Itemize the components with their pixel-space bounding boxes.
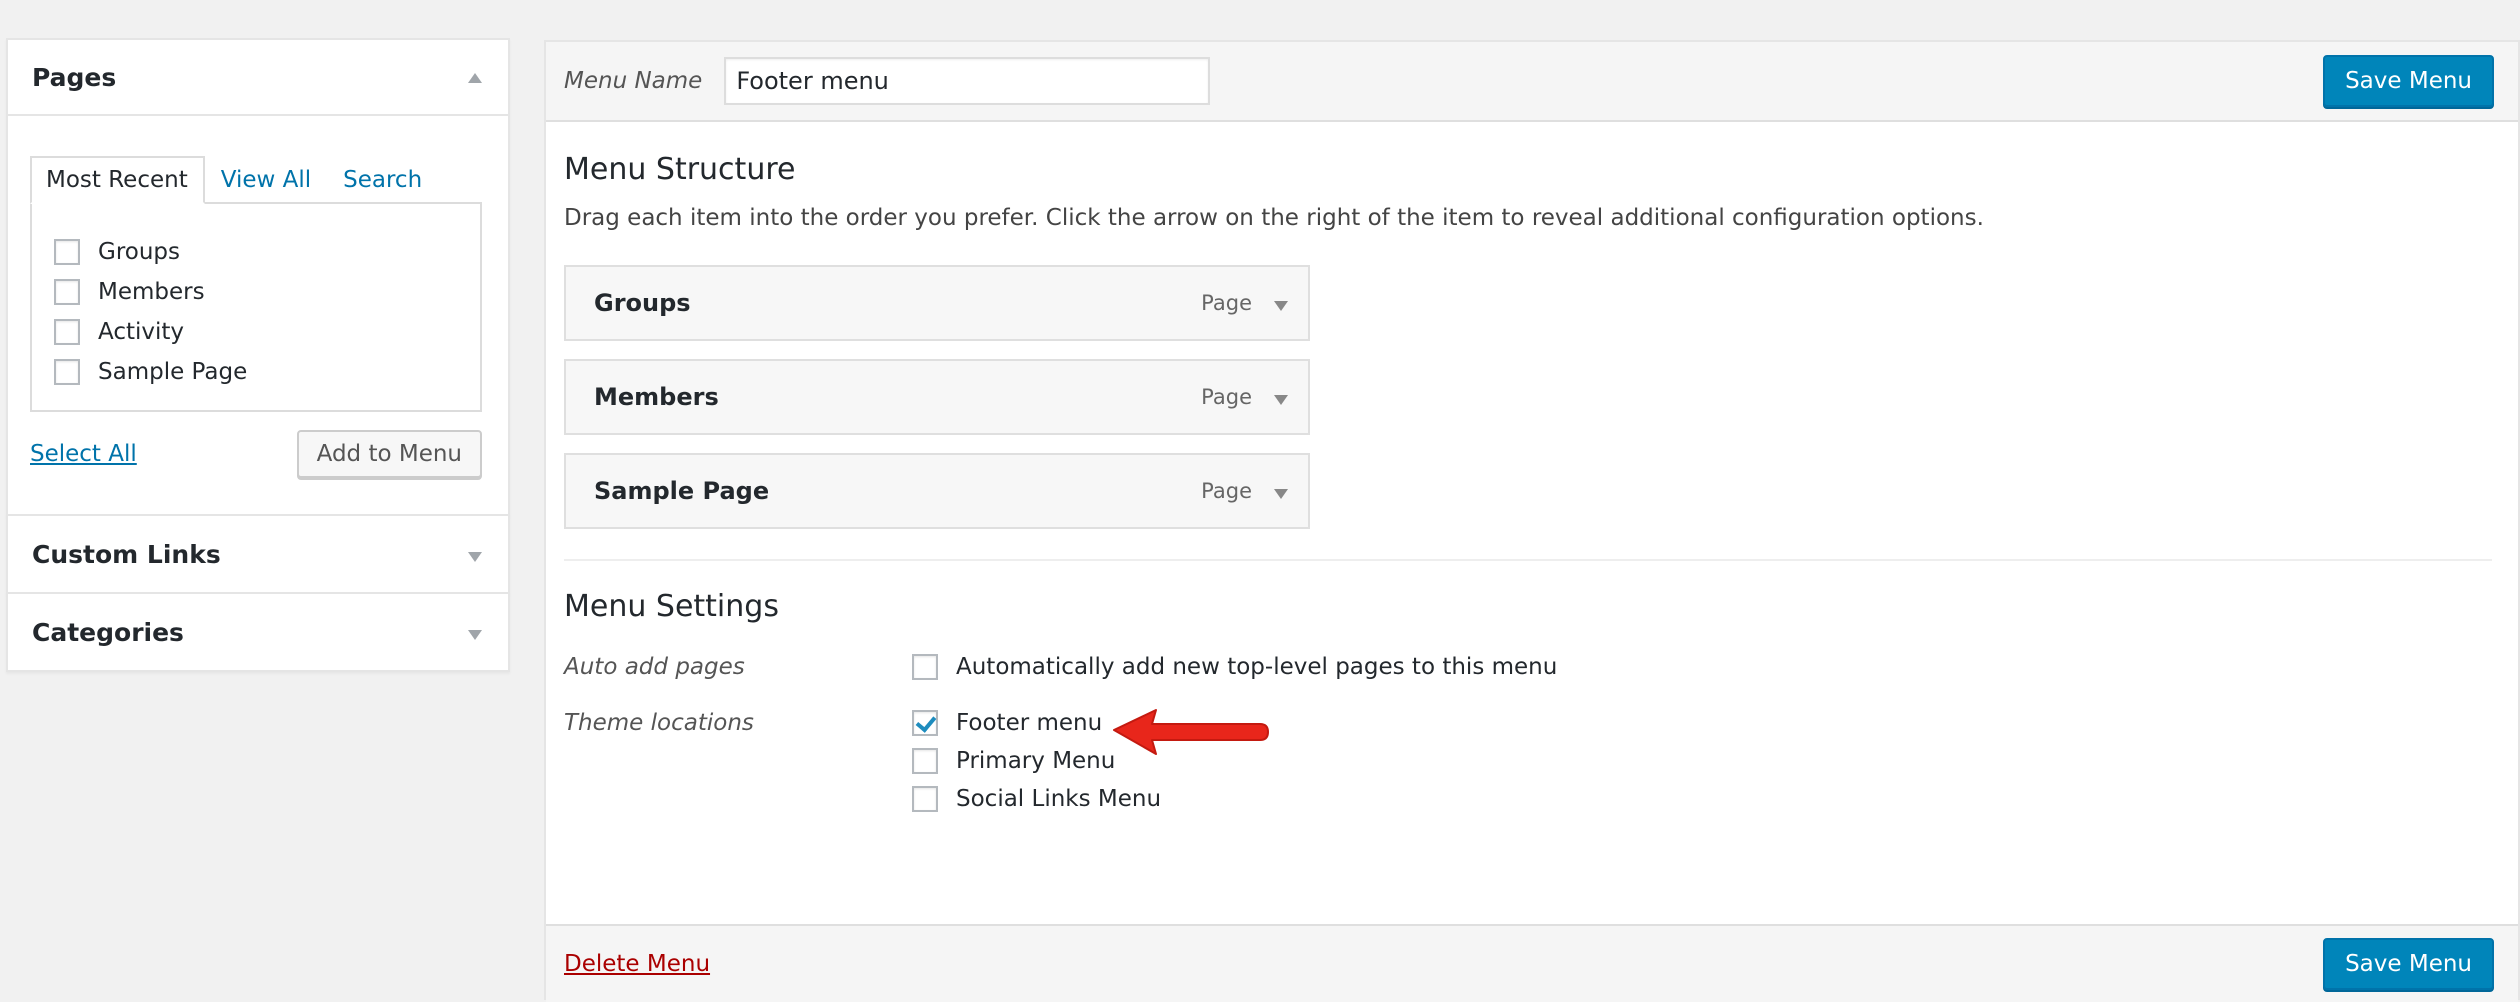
page-item-label: Activity xyxy=(98,319,185,345)
menu-item-title: Sample Page xyxy=(594,477,770,505)
menu-item-title: Groups xyxy=(594,289,691,317)
menu-name-label: Menu Name xyxy=(564,68,703,94)
page-item-groups[interactable]: Groups xyxy=(54,232,458,272)
location-label: Footer menu xyxy=(956,710,1103,736)
menu-item-type: Page xyxy=(1201,479,1252,503)
expand-arrow-icon[interactable] xyxy=(468,630,482,640)
menu-editor: Menu Name Footer menu Save Menu Menu Str… xyxy=(544,40,2520,1002)
select-all-link[interactable]: Select All xyxy=(30,441,137,467)
page-checkbox-groups[interactable] xyxy=(54,239,80,265)
pages-actions: Select All Add to Menu xyxy=(30,430,482,478)
menu-item-title: Members xyxy=(594,383,719,411)
page-item-label: Groups xyxy=(98,239,181,265)
menu-items-list: Groups Page Members Page Sample Page Pag… xyxy=(564,265,2492,529)
menu-item[interactable]: Sample Page Page xyxy=(564,453,1310,529)
custom-links-title: Custom Links xyxy=(32,539,221,569)
location-footer-menu-checkbox[interactable] xyxy=(912,710,938,736)
auto-add-pages-option[interactable]: Automatically add new top-level pages to… xyxy=(912,648,1557,686)
menu-body: Menu Structure Drag each item into the o… xyxy=(546,152,2518,818)
item-expand-arrow-icon[interactable] xyxy=(1274,395,1288,405)
page-item-sample-page[interactable]: Sample Page xyxy=(54,352,458,392)
location-label: Social Links Menu xyxy=(956,786,1162,812)
tab-most-recent[interactable]: Most Recent xyxy=(30,156,205,204)
theme-locations-options: Footer menu Primary Menu Social Links Me… xyxy=(912,704,1269,818)
auto-add-pages-options: Automatically add new top-level pages to… xyxy=(912,648,1557,686)
save-menu-button-bottom[interactable]: Save Menu xyxy=(2323,938,2494,990)
pages-section-body: Most Recent View All Search Groups Membe… xyxy=(8,116,508,514)
auto-add-pages-checkbox[interactable] xyxy=(912,654,938,680)
theme-locations-setting: Theme locations Footer menu Primary Menu… xyxy=(564,704,2492,818)
page-item-activity[interactable]: Activity xyxy=(54,312,458,352)
add-to-menu-button[interactable]: Add to Menu xyxy=(296,430,482,478)
theme-locations-label: Theme locations xyxy=(564,710,754,736)
categories-header[interactable]: Categories xyxy=(8,594,508,670)
save-menu-button-top[interactable]: Save Menu xyxy=(2323,55,2494,107)
custom-links-section: Custom Links xyxy=(6,514,510,594)
menu-header: Menu Name Footer menu Save Menu xyxy=(546,42,2518,122)
item-expand-arrow-icon[interactable] xyxy=(1274,489,1288,499)
auto-add-pages-setting: Auto add pages Automatically add new top… xyxy=(564,648,2492,686)
red-callout-arrow-icon xyxy=(1113,709,1269,755)
page-item-label: Members xyxy=(98,279,205,305)
pages-section-header[interactable]: Pages xyxy=(8,40,508,116)
most-recent-pages-list: Groups Members Activity Sample Page xyxy=(30,202,482,412)
settings-divider xyxy=(564,559,2492,561)
menu-name-input[interactable]: Footer menu xyxy=(724,57,1211,105)
page-checkbox-members[interactable] xyxy=(54,279,80,305)
location-social-links-menu[interactable]: Social Links Menu xyxy=(912,780,1161,818)
collapse-arrow-icon[interactable] xyxy=(468,73,482,83)
item-expand-arrow-icon[interactable] xyxy=(1274,301,1288,311)
location-primary-menu-checkbox[interactable] xyxy=(912,748,938,774)
custom-links-header[interactable]: Custom Links xyxy=(8,516,508,592)
menu-settings-title: Menu Settings xyxy=(564,589,779,624)
menu-structure-title: Menu Structure xyxy=(564,152,796,187)
menu-item[interactable]: Groups Page xyxy=(564,265,1310,341)
location-label: Primary Menu xyxy=(956,748,1116,774)
location-social-links-menu-checkbox[interactable] xyxy=(912,786,938,812)
menu-item-type: Page xyxy=(1201,291,1252,315)
menu-structure-description: Drag each item into the order you prefer… xyxy=(564,205,1984,231)
page-checkbox-activity[interactable] xyxy=(54,319,80,345)
add-menu-items-panel: Pages Most Recent View All Search Groups… xyxy=(6,38,510,672)
auto-add-pages-option-label: Automatically add new top-level pages to… xyxy=(956,654,1558,680)
menu-item-type: Page xyxy=(1201,385,1252,409)
page-checkbox-sample-page[interactable] xyxy=(54,359,80,385)
pages-section: Pages Most Recent View All Search Groups… xyxy=(6,38,510,516)
expand-arrow-icon[interactable] xyxy=(468,552,482,562)
categories-section: Categories xyxy=(6,592,510,672)
menu-item[interactable]: Members Page xyxy=(564,359,1310,435)
page-item-members[interactable]: Members xyxy=(54,272,458,312)
pages-tabs: Most Recent View All Search xyxy=(30,156,482,204)
pages-section-title: Pages xyxy=(32,62,117,92)
page-item-label: Sample Page xyxy=(98,359,248,385)
categories-title: Categories xyxy=(32,617,184,647)
menu-footer: Delete Menu Save Menu xyxy=(546,924,2518,1002)
tab-view-all[interactable]: View All xyxy=(205,156,327,204)
auto-add-pages-label: Auto add pages xyxy=(564,654,745,680)
delete-menu-link[interactable]: Delete Menu xyxy=(564,951,710,977)
tab-search[interactable]: Search xyxy=(327,156,438,204)
